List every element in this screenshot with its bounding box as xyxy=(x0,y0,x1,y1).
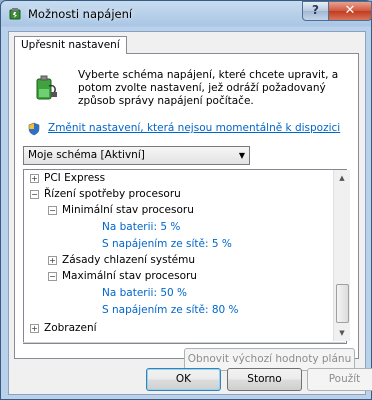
scroll-thumb[interactable] xyxy=(336,284,349,323)
tab-panel: Vyberte schéma napájení, které chcete up… xyxy=(14,53,359,371)
collapse-icon[interactable]: − xyxy=(30,190,39,199)
battery-plug-icon xyxy=(36,75,57,100)
title-bar[interactable]: Možnosti napájení ? ✕ xyxy=(1,1,372,27)
tree-value-label: S napájením ze sítě: 5 % xyxy=(102,238,232,250)
power-options-icon xyxy=(9,8,21,20)
scroll-down-icon[interactable]: ▼ xyxy=(334,325,350,341)
tab-advanced-settings[interactable]: Upřesnit nastavení xyxy=(14,36,127,54)
collapse-icon[interactable]: − xyxy=(48,272,57,281)
tree-value-label: S napájením ze sítě: 80 % xyxy=(102,304,239,316)
tree-item-label: Zobrazení xyxy=(44,322,97,334)
tree-value-label: Na baterii: 5 % xyxy=(102,221,181,233)
dropdown-arrow-icon: ▼ xyxy=(238,151,245,160)
tree-item-label: Minimální stav procesoru xyxy=(62,204,194,216)
ok-button[interactable]: OK xyxy=(146,368,221,391)
tree-item-label: Řízení spotřeby procesoru xyxy=(44,188,181,200)
apply-button[interactable]: Použít xyxy=(307,368,372,391)
expand-icon[interactable]: + xyxy=(30,324,39,333)
tree-bottom-edge xyxy=(23,342,345,343)
uac-shield-icon xyxy=(28,122,40,136)
tree-vertical-scrollbar[interactable]: ▲ ▼ xyxy=(333,170,350,341)
settings-tree[interactable]: + PCI Express − Řízení spotřeby procesor… xyxy=(23,169,347,344)
power-scheme-dropdown[interactable]: Moje schéma [Aktivní] ▼ xyxy=(23,146,250,165)
collapse-icon[interactable]: − xyxy=(48,206,57,215)
tree-item-label: Maximální stav procesoru xyxy=(62,270,197,282)
tree-item-label: PCI Express xyxy=(44,172,106,184)
expand-icon[interactable]: + xyxy=(30,174,39,183)
selected-scheme: Moje schéma [Aktivní] xyxy=(28,149,145,161)
change-unavailable-settings-link[interactable]: Změnit nastavení, která nejsou momentáln… xyxy=(48,122,340,134)
tree-value-label: Na baterii: 50 % xyxy=(102,287,188,299)
intro-text: Vyberte schéma napájení, které chcete up… xyxy=(78,69,339,107)
cancel-button[interactable]: Storno xyxy=(227,368,302,391)
power-options-window: Možnosti napájení ? ✕ Upřesnit nastavení… xyxy=(0,0,372,400)
dialog-body: Upřesnit nastavení Vyberte schéma napáje… xyxy=(8,31,372,395)
expand-icon[interactable]: + xyxy=(48,256,57,265)
window-title: Možnosti napájení xyxy=(28,7,133,21)
scroll-up-icon[interactable]: ▲ xyxy=(334,170,350,186)
tree-item-label: Zásady chlazení systému xyxy=(62,254,196,266)
close-button[interactable]: ✕ xyxy=(328,1,372,21)
help-button[interactable]: ? xyxy=(302,1,329,21)
